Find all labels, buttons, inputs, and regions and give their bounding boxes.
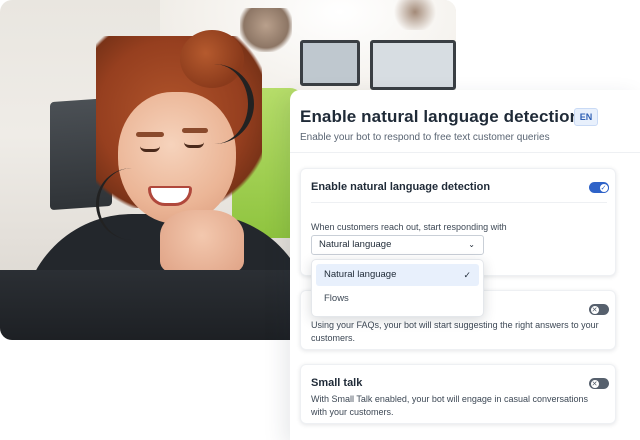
small-talk-toggle[interactable]: ✕ [589,378,609,389]
page-title: Enable natural language detection [300,107,581,126]
page-subtitle: Enable your bot to respond to free text … [300,132,550,143]
close-icon: ✕ [589,378,600,389]
background-person [392,0,438,30]
option-label: Natural language [324,269,397,280]
eye [184,142,204,148]
dropdown-option-flows[interactable]: Flows [316,288,479,310]
nl-detection-toggle[interactable]: ✓ [589,182,609,193]
small-talk-description: With Small Talk enabled, your bot will e… [311,394,588,417]
background-monitor [300,40,360,86]
card-divider [311,202,607,203]
agent-hand [160,210,244,274]
response-mode-dropdown: Natural language ✓ Flows [311,259,484,317]
faq-toggle[interactable]: ✕ [589,304,609,315]
header-divider [290,152,640,153]
language-badge[interactable]: EN [574,108,598,126]
dropdown-option-natural-language[interactable]: Natural language ✓ [316,264,479,286]
select-value: Natural language [319,239,392,250]
check-icon: ✓ [463,270,471,280]
eyebrow [182,128,208,133]
small-talk-title: Small talk [311,377,363,389]
small-talk-card: Small talk ✕ With Small Talk enabled, yo… [300,364,616,424]
check-icon: ✓ [598,182,609,193]
response-mode-select[interactable]: Natural language ⌄ [311,235,484,255]
respond-label: When customers reach out, start respondi… [311,222,507,232]
nl-detection-title: Enable natural language detection [311,181,491,193]
option-label: Flows [324,293,349,304]
background-monitor [370,40,456,90]
eyebrow [136,132,164,137]
close-icon: ✕ [589,304,600,315]
faq-description: Using your FAQs, your bot will start sug… [311,320,599,343]
eye [140,146,160,152]
chevron-down-icon: ⌄ [468,240,475,249]
